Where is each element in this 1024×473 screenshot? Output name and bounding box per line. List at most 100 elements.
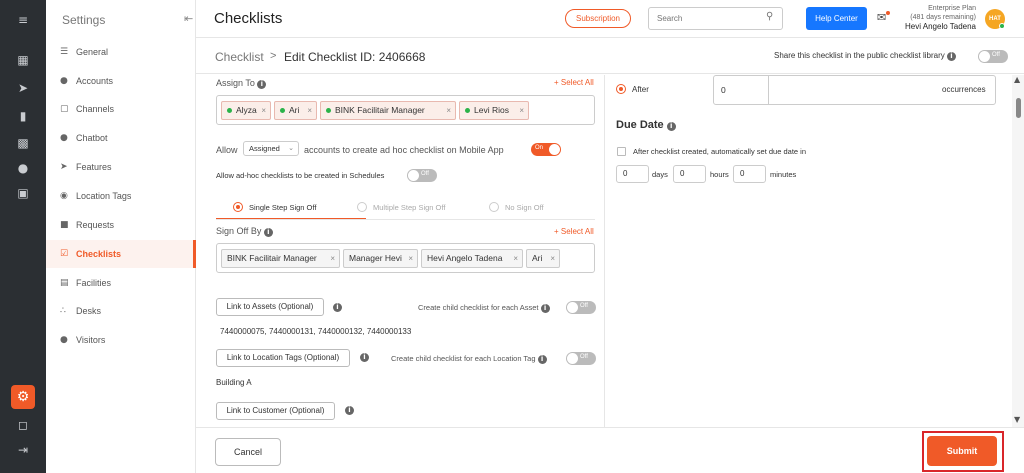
occurrences-label: occurrences [942, 85, 986, 94]
minutes-input[interactable]: 0 [733, 165, 766, 183]
info-icon[interactable]: i [345, 406, 354, 415]
signoff-tag: Manager Hevi × [343, 249, 418, 268]
menu-icon[interactable]: ≡ [13, 10, 33, 30]
after-radio[interactable] [616, 84, 626, 94]
scroll-down-icon[interactable]: ▼ [1014, 415, 1020, 424]
child-asset-toggle[interactable]: Off [566, 301, 596, 314]
sidebar-item-chatbot[interactable]: ● Chatbot [46, 124, 196, 152]
signoff-select-all-link[interactable]: + Select All [554, 227, 594, 236]
sidebar-item-checklists[interactable]: ☑ Checklists [46, 240, 196, 268]
facilities-icon: ▤ [60, 278, 69, 288]
info-icon[interactable]: i [946, 52, 956, 61]
allow-select[interactable]: Assigned ⌄ [243, 141, 299, 156]
dashboard-icon[interactable]: ▦ [13, 50, 33, 70]
due-date-title: Due Date i [616, 119, 676, 131]
remove-icon[interactable]: × [330, 250, 335, 267]
app-rail: ≡ ▦ ➤ ▮ ▩ ● ▣ ⚙ ◻ ⇥ [0, 0, 46, 473]
search-input[interactable] [648, 7, 783, 30]
sidebar-item-requests[interactable]: ■ Requests [46, 211, 196, 239]
sidebar-item-desks[interactable]: ∴ Desks [46, 297, 196, 325]
auto-due-checkbox[interactable] [617, 147, 626, 156]
after-label: After [632, 85, 649, 94]
copy-icon[interactable]: ▣ [13, 183, 33, 203]
subscription-button[interactable]: Subscription [565, 9, 631, 28]
assign-select-all-link[interactable]: + Select All [554, 78, 594, 87]
child-location-label: Create child checklist for each Location… [391, 354, 547, 364]
sidebar-item-location-tags[interactable]: ◉ Location Tags [46, 182, 196, 210]
days-input[interactable]: 0 [616, 165, 649, 183]
channels-icon: ▢ [60, 104, 69, 114]
remove-icon[interactable]: × [408, 250, 413, 267]
signoff-by-field[interactable]: BINK Facilitair Manager × Manager Hevi × H… [216, 243, 595, 273]
adhoc-mobile-toggle[interactable]: On [531, 143, 561, 156]
info-icon[interactable]: i [666, 122, 676, 131]
settings-icon[interactable]: ⚙ [11, 385, 35, 409]
sidebar-item-visitors[interactable]: ● Visitors [46, 326, 196, 354]
info-icon[interactable]: i [263, 228, 273, 237]
visitors-icon: ● [60, 335, 68, 345]
signoff-tag: Ari × [526, 249, 560, 268]
sidebar-item-features[interactable]: ➤ Features [46, 153, 196, 181]
info-icon[interactable]: i [540, 304, 550, 313]
info-icon[interactable]: i [333, 303, 342, 312]
logout-icon[interactable]: ⇥ [13, 440, 33, 460]
remove-icon[interactable]: × [519, 102, 524, 119]
multiple-step-label: Multiple Step Sign Off [373, 203, 446, 212]
info-icon[interactable]: i [537, 355, 547, 364]
schedules-toggle[interactable]: Off [407, 169, 437, 182]
box-icon[interactable]: ◻ [13, 415, 33, 435]
submit-button[interactable]: Submit [927, 436, 997, 466]
checklist-icon: ☑ [60, 249, 69, 259]
top-bar: Checklists Subscription ⚲ Help Center ✉ … [196, 0, 1024, 38]
no-signoff-label: No Sign Off [505, 203, 544, 212]
signoff-tag: BINK Facilitair Manager × [221, 249, 340, 268]
scroll-thumb[interactable] [1016, 98, 1021, 118]
cancel-button[interactable]: Cancel [215, 438, 281, 466]
single-step-radio[interactable] [233, 202, 243, 212]
remove-icon[interactable]: × [307, 102, 312, 119]
multiple-step-radio[interactable] [357, 202, 367, 212]
sidebar-item-facilities[interactable]: ▤ Facilities [46, 269, 196, 297]
assign-to-field[interactable]: Alyza × Ari × BINK Facilitair Manager × Lev… [216, 95, 595, 125]
chatbot-icon: ● [60, 133, 68, 143]
share-label: Share this checklist in the public check… [774, 51, 956, 61]
allow-suffix: accounts to create ad hoc checklist on M… [304, 145, 504, 155]
scrollbar[interactable]: ▲ ▼ [1012, 75, 1024, 427]
breadcrumb-separator: > [270, 50, 277, 62]
chevron-down-icon: ⌄ [288, 145, 294, 152]
info-icon[interactable]: i [360, 353, 369, 362]
chart-icon[interactable]: ▮ [13, 106, 33, 126]
search-icon[interactable]: ⚲ [766, 11, 773, 22]
breadcrumb-root[interactable]: Checklist [215, 50, 264, 64]
analytics-icon[interactable]: ▩ [13, 133, 33, 153]
link-location-tags-button[interactable]: Link to Location Tags (Optional) [216, 349, 350, 367]
hours-label: hours [710, 170, 729, 179]
scroll-up-icon[interactable]: ▲ [1014, 75, 1020, 84]
sidebar-item-channels[interactable]: ▢ Channels [46, 95, 196, 123]
rocket-icon[interactable]: ➤ [13, 78, 33, 98]
link-customer-button[interactable]: Link to Customer (Optional) [216, 402, 335, 420]
info-icon[interactable]: i [257, 80, 267, 89]
child-location-toggle[interactable]: Off [566, 352, 596, 365]
chat-icon[interactable]: ● [13, 158, 33, 178]
no-signoff-radio[interactable] [489, 202, 499, 212]
share-toggle[interactable]: Off [978, 50, 1008, 63]
occurrences-field[interactable]: 0 occurrences [713, 75, 996, 105]
link-assets-button[interactable]: Link to Assets (Optional) [216, 298, 324, 316]
sidebar-item-accounts[interactable]: ● Accounts [46, 67, 196, 95]
remove-icon[interactable]: × [446, 102, 451, 119]
rocket-icon: ➤ [60, 162, 68, 172]
remove-icon[interactable]: × [261, 102, 266, 119]
help-center-button[interactable]: Help Center [806, 7, 867, 30]
sidebar-item-general[interactable]: ☰ General [46, 38, 196, 66]
hours-input[interactable]: 0 [673, 165, 706, 183]
divider [768, 76, 769, 104]
remove-icon[interactable]: × [550, 250, 555, 267]
online-status-dot [999, 23, 1005, 29]
schedules-label: Allow ad-hoc checklists to be created in… [216, 171, 385, 180]
remove-icon[interactable]: × [513, 250, 518, 267]
checklist-form-right: After 0 occurrences Due Date i After che… [606, 75, 1012, 427]
assets-value: 7440000075, 7440000131, 7440000132, 7440… [220, 327, 412, 336]
announcement-icon[interactable]: ✉ [877, 11, 886, 24]
collapse-icon[interactable]: ⇤ [184, 12, 193, 25]
